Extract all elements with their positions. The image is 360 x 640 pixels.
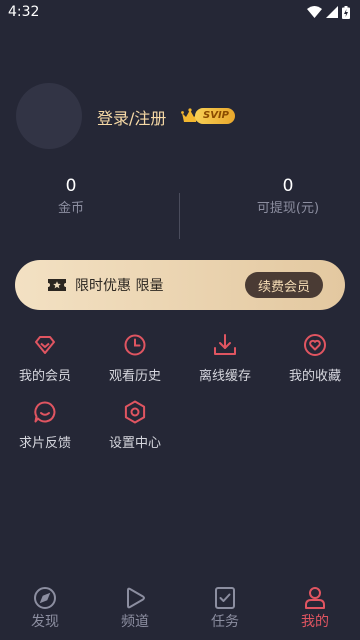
withdrawable-stat[interactable]: 0 可提现(元) [198,176,360,216]
svip-badge: SVIP [181,106,235,126]
vip-promo-text: 限时优惠 限量 [75,278,164,294]
menu-offline-cache[interactable]: 离线缓存 [180,333,270,384]
renew-membership-button[interactable]: 续费会员 [245,272,323,298]
diamond-icon [35,336,55,354]
status-bar: 4:32 [0,0,360,24]
user-icon [305,587,325,609]
withdrawable-value: 0 [282,176,294,196]
clock-icon [124,334,146,356]
ticket-star-icon [48,279,66,291]
nav-label: 我的 [301,614,329,630]
menu-settings-center[interactable]: 设置中心 [90,400,180,451]
status-time: 4:32 [8,4,40,20]
nav-tasks[interactable]: 任务 [180,576,270,640]
nav-label: 发现 [31,614,59,630]
chat-icon [34,401,56,423]
battery-icon [342,5,350,19]
login-register-link[interactable]: 登录/注册 [97,105,166,129]
download-icon [214,334,236,355]
menu-label: 我的收藏 [288,369,341,384]
task-icon [215,587,235,609]
wifi-icon [307,6,322,18]
menu-label: 我的会员 [18,369,71,384]
menu-watch-history[interactable]: 观看历史 [90,333,180,384]
signal-icon [326,6,338,18]
avatar[interactable] [16,83,82,149]
menu-request-feedback[interactable]: 求片反馈 [0,400,90,451]
menu-label: 求片反馈 [18,436,71,451]
menu-my-membership[interactable]: 我的会员 [0,333,90,384]
nav-discover[interactable]: 发现 [0,576,90,640]
svip-label: SVIP [195,108,235,124]
menu-my-favorites[interactable]: 我的收藏 [270,333,360,384]
nav-channels[interactable]: 频道 [90,576,180,640]
menu-label: 设置中心 [108,436,161,451]
vip-promo-banner[interactable]: 限时优惠 限量 续费会员 [15,260,345,310]
coins-label: 金币 [57,201,84,216]
nav-label: 任务 [211,614,239,630]
status-icons [307,5,350,19]
heart-icon [304,334,326,356]
compass-icon [34,587,56,609]
stats-divider [179,193,180,239]
withdrawable-label: 可提现(元) [256,201,320,216]
nav-mine[interactable]: 我的 [270,576,360,640]
menu-label: 离线缓存 [198,369,251,384]
coins-stat[interactable]: 0 金币 [0,176,161,216]
coins-value: 0 [65,176,77,196]
bottom-nav: 发现 频道 任务 我的 [0,576,360,640]
settings-icon [124,400,146,424]
menu-label: 观看历史 [108,369,161,384]
play-icon [127,587,145,609]
nav-label: 频道 [121,614,149,630]
